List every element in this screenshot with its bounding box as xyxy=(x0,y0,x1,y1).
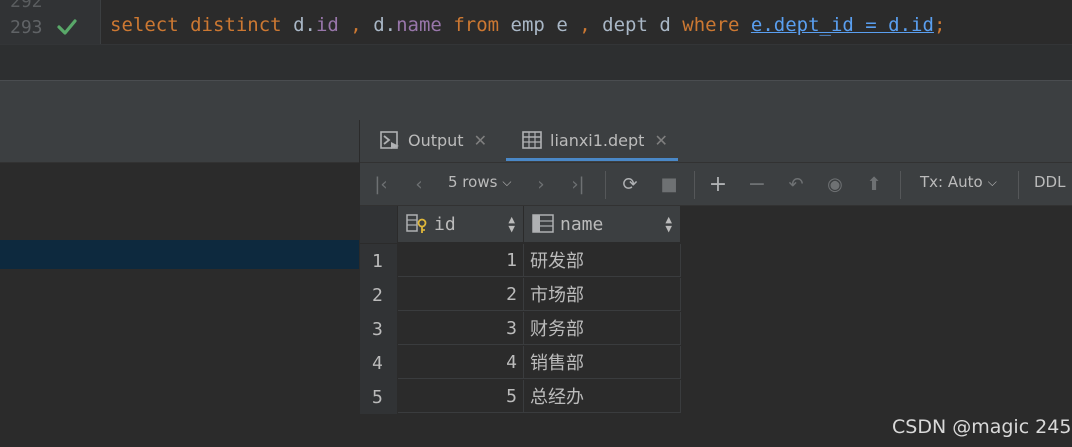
tab-label: Output xyxy=(408,130,464,150)
primary-key-column-icon xyxy=(406,214,427,233)
tab-output[interactable]: Output ✕ xyxy=(380,120,487,160)
first-page-icon[interactable]: |‹ xyxy=(370,173,392,195)
last-page-icon[interactable]: ›| xyxy=(566,173,590,195)
code-editor[interactable]: 292 293 select distinct d.id , d.name fr… xyxy=(0,0,1072,81)
column-header-name[interactable]: name ▲ ▼ xyxy=(524,206,681,242)
view-changes-icon[interactable]: ◉ xyxy=(822,173,848,195)
results-tabbar: Output ✕ lianxi1.dept ✕ xyxy=(360,120,1072,163)
row-number: 3 xyxy=(360,312,397,346)
rows-selector[interactable]: 5 rows ⌵ xyxy=(448,173,512,191)
prev-page-icon[interactable]: ‹ xyxy=(408,173,430,195)
sql-statement[interactable]: select distinct d.id , d.name from emp e… xyxy=(110,14,945,36)
toolbar-separator xyxy=(605,171,606,199)
editor-empty-area[interactable] xyxy=(0,44,1072,81)
cell-id[interactable]: 4 xyxy=(398,346,524,379)
grid-header: id ▲ ▼ name ▲ ▼ xyxy=(360,206,681,243)
line-number: 293 xyxy=(10,17,43,38)
cell-id[interactable]: 1 xyxy=(398,244,524,277)
field-name: name xyxy=(396,14,442,36)
ddl-label: DDL xyxy=(1034,173,1066,191)
submit-icon[interactable]: ⬆ xyxy=(862,173,886,195)
tab-lianxi1-dept[interactable]: lianxi1.dept ✕ xyxy=(522,120,668,160)
check-icon xyxy=(57,19,77,35)
toolbar-separator xyxy=(694,171,695,199)
toolbar-separator xyxy=(900,171,901,199)
remove-row-icon[interactable]: − xyxy=(746,172,768,197)
column-name: name xyxy=(560,213,604,235)
kw-where: where xyxy=(682,14,740,36)
alias-d: d. xyxy=(373,14,397,36)
row-number-header xyxy=(360,206,397,243)
line-number-prev: 292 xyxy=(10,0,43,12)
console-icon xyxy=(380,131,399,149)
where-condition[interactable]: e.dept_id = d.id xyxy=(751,14,934,36)
results-panel: Output ✕ lianxi1.dept ✕ |‹ ‹ 5 rows ⌵ › … xyxy=(360,120,1072,447)
kw-distinct: distinct xyxy=(190,14,282,36)
alias-d: d. xyxy=(293,14,316,36)
table-row[interactable]: 2 2 市场部 xyxy=(360,278,681,312)
close-icon[interactable]: ✕ xyxy=(474,131,487,150)
table-emp: emp xyxy=(510,14,545,36)
cell-name[interactable]: 市场部 xyxy=(524,278,681,311)
cell-name[interactable]: 销售部 xyxy=(524,346,681,379)
toolbar-separator xyxy=(1018,171,1019,199)
field-id: id xyxy=(315,14,339,36)
table-row[interactable]: 3 3 财务部 xyxy=(360,312,681,346)
kw-from: from xyxy=(453,14,500,36)
revert-icon[interactable]: ↶ xyxy=(784,173,808,195)
row-number: 5 xyxy=(360,380,397,414)
column-icon xyxy=(532,214,554,233)
row-number: 2 xyxy=(360,278,397,312)
refresh-icon[interactable]: ⟳ xyxy=(618,173,642,195)
cell-name[interactable]: 总经办 xyxy=(524,380,681,413)
chevron-down-icon: ⌵ xyxy=(502,174,512,189)
cell-id[interactable]: 2 xyxy=(398,278,524,311)
alias-d: d xyxy=(659,14,671,36)
tab-label: lianxi1.dept xyxy=(550,130,645,150)
next-page-icon[interactable]: › xyxy=(530,173,552,195)
services-panel xyxy=(0,120,360,447)
watermark: CSDN @magic 245 xyxy=(892,416,1072,438)
services-tree[interactable] xyxy=(0,163,359,447)
cell-id[interactable]: 5 xyxy=(398,380,524,413)
rows-label: 5 rows xyxy=(448,173,498,191)
table-icon xyxy=(522,131,542,149)
row-number: 1 xyxy=(360,244,397,278)
tx-mode-selector[interactable]: Tx: Auto ⌵ xyxy=(920,173,997,191)
semicolon: ; xyxy=(933,14,946,36)
stop-icon[interactable]: ■ xyxy=(658,173,680,195)
comma: , xyxy=(350,14,362,36)
sort-icon[interactable]: ▲ ▼ xyxy=(508,214,515,234)
close-icon[interactable]: ✕ xyxy=(654,131,667,150)
column-header-id[interactable]: id ▲ ▼ xyxy=(398,206,524,242)
ddl-button[interactable]: DDL xyxy=(1034,173,1065,191)
row-number: 4 xyxy=(360,346,397,380)
services-toolbar xyxy=(0,120,359,163)
comma: , xyxy=(579,14,591,36)
table-row[interactable]: 1 1 研发部 xyxy=(360,244,681,278)
panel-splitter[interactable] xyxy=(0,80,1072,121)
sort-icon[interactable]: ▲ ▼ xyxy=(665,214,672,234)
selected-tree-item[interactable] xyxy=(0,240,359,269)
cell-id[interactable]: 3 xyxy=(398,312,524,345)
results-toolbar: |‹ ‹ 5 rows ⌵ › ›| ⟳ ■ + − ↶ ◉ ⬆ Tx: Aut… xyxy=(360,163,1072,206)
tx-label: Tx: Auto xyxy=(920,173,983,191)
cell-name[interactable]: 财务部 xyxy=(524,312,681,345)
kw-select: select xyxy=(110,14,179,36)
table-row[interactable]: 5 5 总经办 xyxy=(360,380,681,414)
table-dept: dept xyxy=(602,14,648,36)
active-tab-indicator xyxy=(506,158,678,161)
cell-name[interactable]: 研发部 xyxy=(524,244,681,277)
alias-e: e xyxy=(556,14,568,36)
chevron-down-icon: ⌵ xyxy=(987,174,997,189)
add-row-icon[interactable]: + xyxy=(706,172,730,197)
column-name: id xyxy=(434,213,456,235)
table-row[interactable]: 4 4 销售部 xyxy=(360,346,681,380)
